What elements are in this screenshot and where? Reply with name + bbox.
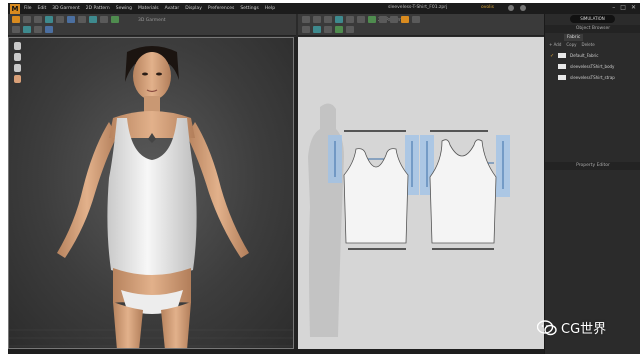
texture-edit-icon[interactable] (302, 26, 310, 33)
toolbar-3d-row-1 (12, 16, 119, 23)
menu-items: File Edit 3D Garment 2D Pattern Sewing M… (24, 6, 281, 11)
menu-3d-garment[interactable]: 3D Garment (52, 6, 80, 11)
list-item[interactable]: ✓ Default_Fabric (550, 50, 636, 61)
transform-pattern-icon[interactable] (302, 16, 310, 23)
menu-preferences[interactable]: Preferences (208, 6, 234, 11)
arrangement-points-icon[interactable] (34, 26, 42, 33)
app-logo: M (10, 3, 20, 14)
floor-grid (9, 329, 293, 347)
fabric-list: ✓ Default_Fabric sleevelessTShirt_body s… (550, 50, 636, 83)
annotation-tool-icon[interactable] (324, 26, 332, 33)
list-item[interactable]: sleevelessTShirt_body (550, 61, 636, 72)
wechat-logo-icon (537, 319, 557, 335)
arrange-icon[interactable] (23, 26, 31, 33)
delete-fabric-button[interactable]: Delete (582, 42, 595, 47)
fabric-swatch (558, 75, 566, 80)
close-icon[interactable]: ✕ (631, 4, 636, 11)
add-fabric-button[interactable]: + Add (549, 42, 561, 47)
menu-help[interactable]: Help (265, 6, 275, 11)
rectangle-tool-icon[interactable] (346, 16, 354, 23)
display-mode-icon[interactable] (14, 42, 21, 50)
fabric-display-icon[interactable] (14, 64, 21, 72)
reset-view-icon[interactable] (12, 26, 20, 33)
pattern-piece-back[interactable] (429, 139, 497, 244)
check-sewing-icon[interactable] (412, 16, 420, 23)
pattern-piece-front[interactable] (343, 148, 409, 244)
avatar-render[interactable] (9, 38, 294, 349)
polygon-tool-icon[interactable] (335, 16, 343, 23)
select-tool-icon[interactable] (23, 16, 31, 23)
simulation-button[interactable]: SIMULATION (570, 15, 615, 23)
avatar-right-arm (187, 122, 249, 258)
menu-materials[interactable]: Materials (138, 6, 159, 11)
3d-side-tools (14, 42, 21, 83)
document-title: sleeveless-T-Shirt_F01.zprj (388, 5, 448, 10)
simulation-bar: SIMULATION (545, 14, 640, 24)
sewing-tool-icon[interactable] (401, 16, 409, 23)
object-browser-tools: + Add Copy Delete (549, 42, 595, 47)
copy-fabric-button[interactable]: Copy (566, 42, 576, 47)
property-editor-title: Property Editor (545, 162, 640, 170)
watermark: CG世界 (537, 318, 606, 337)
internal-line-icon[interactable] (368, 16, 376, 23)
dart-tool-icon[interactable] (379, 16, 387, 23)
button-tool-icon[interactable] (89, 16, 97, 23)
window-controls: – □ ✕ (612, 4, 636, 11)
object-browser-title: Object Browser (545, 25, 640, 33)
menu-2d-pattern[interactable]: 2D Pattern (86, 6, 110, 11)
avatar-display-icon[interactable] (14, 75, 21, 83)
minimize-icon[interactable]: – (612, 4, 615, 11)
pattern-canvas[interactable] (298, 37, 544, 349)
status-bar (8, 349, 544, 354)
menubar: M File Edit 3D Garment 2D Pattern Sewing… (8, 3, 640, 14)
toolbar-3d-caption: 3D Garment (138, 18, 166, 23)
fabric-swatch (558, 53, 566, 58)
toolbar-2d-row-2 (302, 26, 354, 33)
toolbar-3d-row-2 (12, 26, 53, 33)
toolbar-2d: 2D Pattern (298, 14, 544, 36)
move-tool-icon[interactable] (34, 16, 42, 23)
fabric-name: Default_Fabric (570, 53, 599, 58)
menu-edit[interactable]: Edit (38, 6, 47, 11)
menu-sewing[interactable]: Sewing (116, 6, 132, 11)
3d-viewport[interactable] (8, 37, 294, 349)
application-window: M File Edit 3D Garment 2D Pattern Sewing… (8, 3, 640, 354)
grading-tool-icon[interactable] (335, 26, 343, 33)
pin-tool-icon[interactable] (56, 16, 64, 23)
hand-tool-icon[interactable] (12, 16, 20, 23)
list-item[interactable]: sleevelessTShirt_strap (550, 72, 636, 83)
selected-check-icon: ✓ (550, 52, 555, 59)
maximize-icon[interactable]: □ (620, 4, 626, 11)
edit-pattern-icon[interactable] (313, 16, 321, 23)
fabric-name: sleevelessTShirt_strap (570, 75, 615, 80)
sync-tool-icon[interactable] (346, 26, 354, 33)
avatar-display-icon[interactable] (45, 26, 53, 33)
tack-tool-icon[interactable] (67, 16, 75, 23)
zipper-tool-icon[interactable] (100, 16, 108, 23)
notification-icon[interactable] (508, 5, 514, 11)
menu-settings[interactable]: Settings (240, 6, 258, 11)
trace-tool-icon[interactable] (390, 16, 398, 23)
tab-fabric[interactable]: Fabric (564, 34, 584, 41)
measure-tool-icon[interactable] (78, 16, 86, 23)
user-name[interactable]: ovolis (481, 5, 494, 10)
account-icon[interactable] (520, 5, 526, 11)
style-line-icon[interactable] (111, 16, 119, 23)
menu-file[interactable]: File (24, 6, 32, 11)
fabric-swatch (558, 64, 566, 69)
fold-tool-icon[interactable] (45, 16, 53, 23)
toolbar-2d-row-1 (302, 16, 420, 23)
right-panel: SIMULATION Object Browser Fabric + Add C… (544, 14, 640, 354)
fabric-name: sleevelessTShirt_body (570, 64, 615, 69)
menu-display[interactable]: Display (185, 6, 202, 11)
graphic-tool-icon[interactable] (313, 26, 321, 33)
garment-display-icon[interactable] (14, 53, 21, 61)
toolbar-3d: 3D Garment (8, 14, 296, 36)
edit-curvature-icon[interactable] (324, 16, 332, 23)
circle-tool-icon[interactable] (357, 16, 365, 23)
avatar-head (133, 52, 171, 100)
2d-pattern-window[interactable] (298, 37, 544, 349)
watermark-text: CG世界 (561, 322, 607, 337)
menu-avatar[interactable]: Avatar (165, 6, 180, 11)
